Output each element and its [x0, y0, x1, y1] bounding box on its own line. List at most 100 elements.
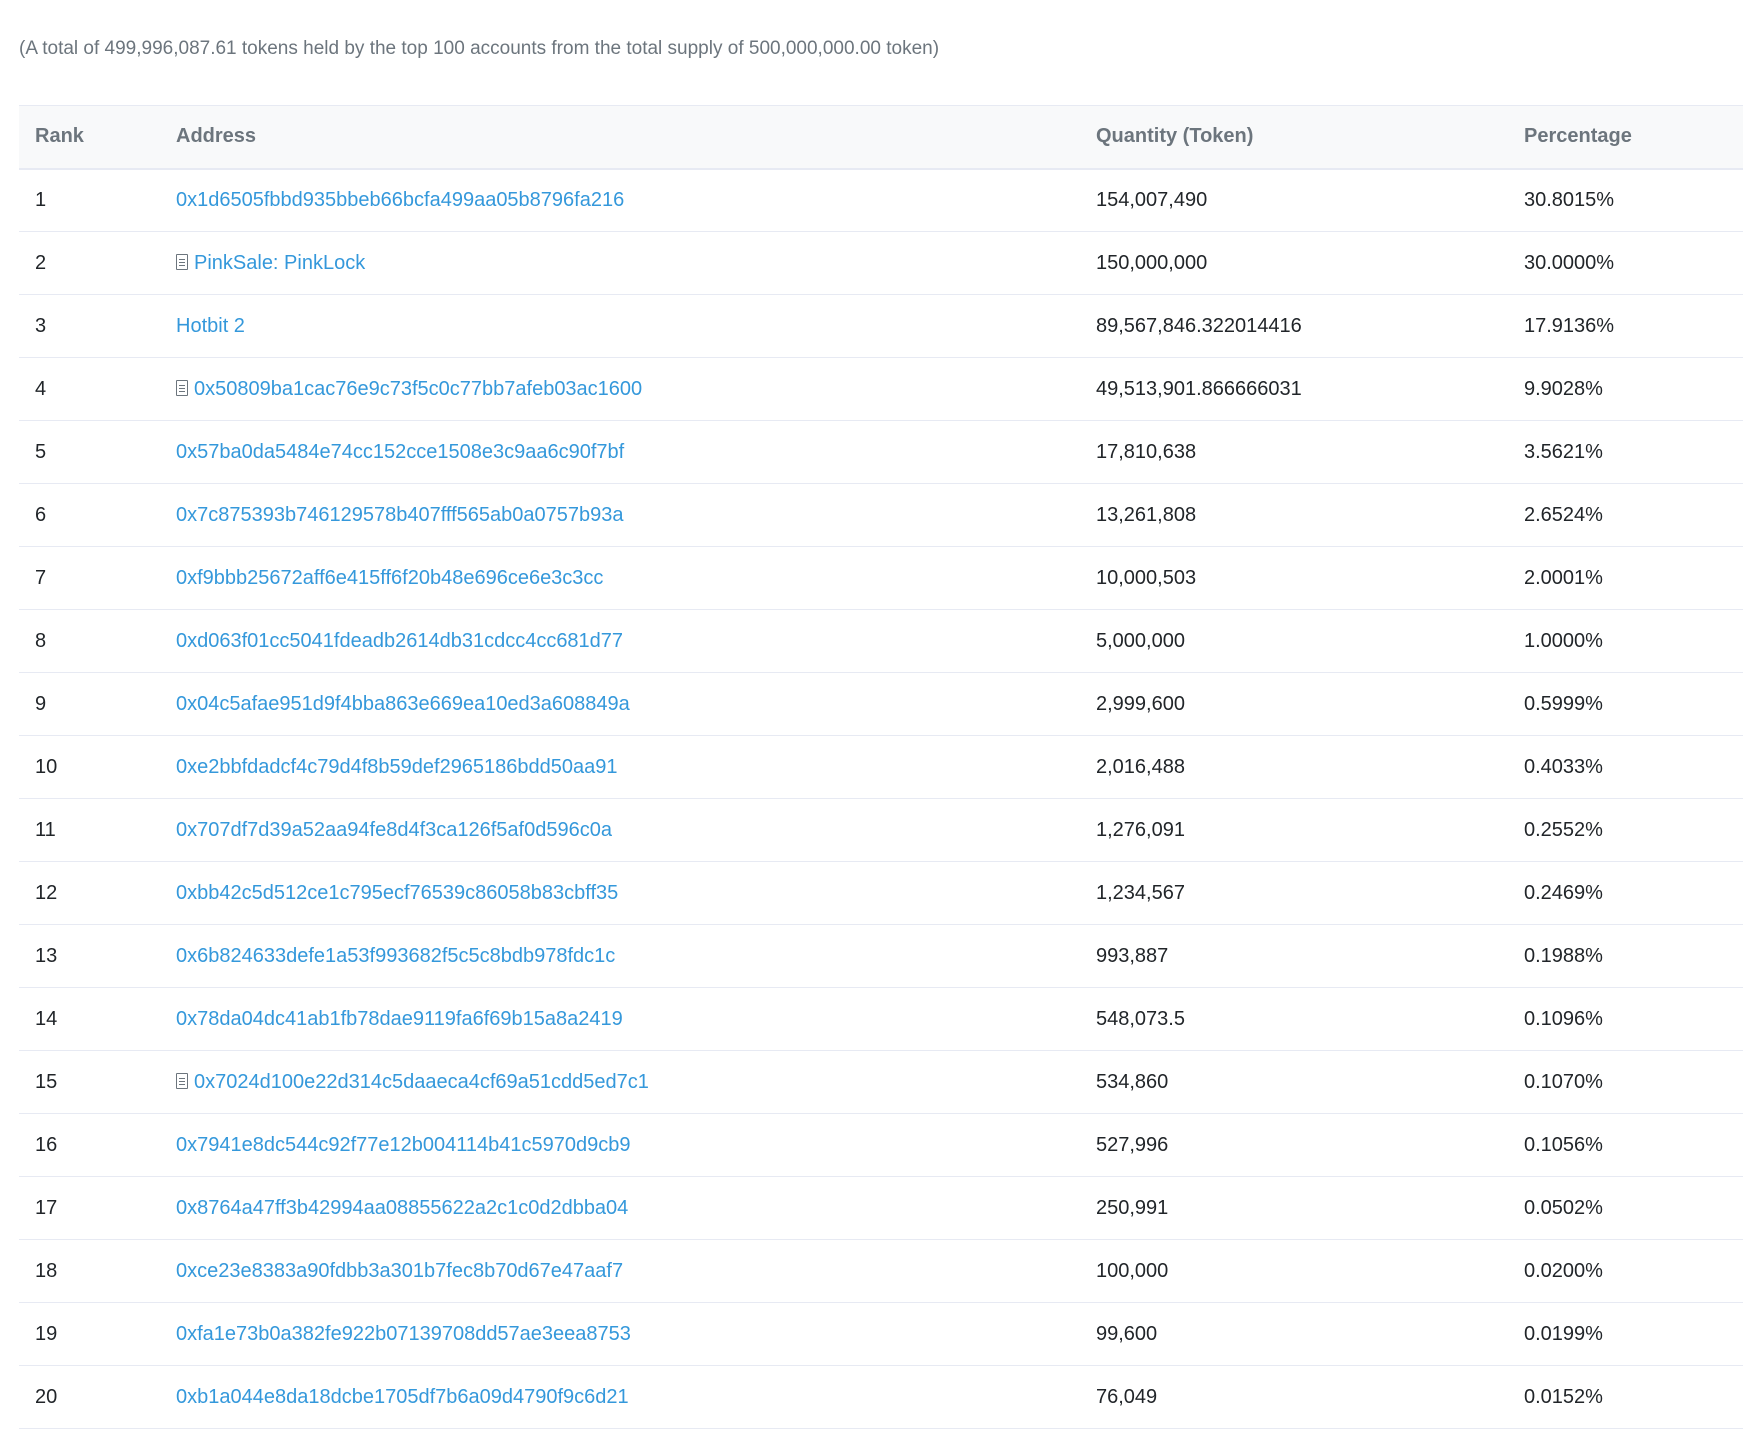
table-row: 5 0x57ba0da5484e74cc152cce1508e3c9aa6c90… — [19, 420, 1743, 484]
percentage-cell: 1.0000% — [1524, 609, 1743, 673]
address-cell: 0x1d6505fbbd935bbeb66bcfa499aa05b8796fa2… — [176, 168, 1096, 232]
percentage-cell: 0.4033% — [1524, 735, 1743, 799]
address-cell: 0xfa1e73b0a382fe922b07139708dd57ae3eea87… — [176, 1302, 1096, 1366]
address-cell: 0x7024d100e22d314c5daaeca4cf69a51cdd5ed7… — [176, 1050, 1096, 1114]
contract-document-icon — [176, 1072, 188, 1089]
rank-cell: 12 — [19, 861, 176, 925]
table-row: 7 0xf9bbb25672aff6e415ff6f20b48e696ce6e3… — [19, 546, 1743, 610]
address-link[interactable]: 0x707df7d39a52aa94fe8d4f3ca126f5af0d596c… — [176, 819, 612, 841]
address-link[interactable]: 0xbb42c5d512ce1c795ecf76539c86058b83cbff… — [176, 882, 618, 904]
quantity-cell: 1,234,567 — [1096, 861, 1524, 925]
quantity-cell: 2,999,600 — [1096, 672, 1524, 736]
percentage-cell: 0.1056% — [1524, 1113, 1743, 1177]
table-row: 14 0x78da04dc41ab1fb78dae9119fa6f69b15a8… — [19, 987, 1743, 1051]
address-link[interactable]: 0x1d6505fbbd935bbeb66bcfa499aa05b8796fa2… — [176, 189, 624, 211]
header-rank: Rank — [19, 105, 176, 170]
rank-cell: 4 — [19, 357, 176, 421]
quantity-cell: 993,887 — [1096, 924, 1524, 988]
address-cell: Hotbit 2 — [176, 294, 1096, 358]
rank-cell: 10 — [19, 735, 176, 799]
quantity-cell: 154,007,490 — [1096, 168, 1524, 232]
address-link[interactable]: 0x8764a47ff3b42994aa08855622a2c1c0d2dbba… — [176, 1197, 628, 1219]
table-row: 11 0x707df7d39a52aa94fe8d4f3ca126f5af0d5… — [19, 798, 1743, 862]
table-row: 19 0xfa1e73b0a382fe922b07139708dd57ae3ee… — [19, 1302, 1743, 1366]
rank-cell: 2 — [19, 231, 176, 295]
table-row: 1 0x1d6505fbbd935bbeb66bcfa499aa05b8796f… — [19, 168, 1743, 232]
table-row: 15 0x7024d100e22d314c5daaeca4cf69a51cdd5… — [19, 1050, 1743, 1114]
address-cell: 0xf9bbb25672aff6e415ff6f20b48e696ce6e3c3… — [176, 546, 1096, 610]
percentage-cell: 2.6524% — [1524, 483, 1743, 547]
rank-cell: 9 — [19, 672, 176, 736]
table-row: 2 PinkSale: PinkLock 150,000,000 30.0000… — [19, 231, 1743, 295]
address-link[interactable]: 0xd063f01cc5041fdeadb2614db31cdcc4cc681d… — [176, 630, 623, 652]
address-link[interactable]: 0x7024d100e22d314c5daaeca4cf69a51cdd5ed7… — [194, 1071, 649, 1093]
address-cell: 0x7c875393b746129578b407fff565ab0a0757b9… — [176, 483, 1096, 547]
address-link[interactable]: PinkSale: PinkLock — [194, 252, 365, 274]
rank-cell: 11 — [19, 798, 176, 862]
header-percentage: Percentage — [1524, 105, 1743, 170]
quantity-cell: 534,860 — [1096, 1050, 1524, 1114]
percentage-cell: 0.0199% — [1524, 1302, 1743, 1366]
percentage-cell: 3.5621% — [1524, 420, 1743, 484]
percentage-cell: 0.0200% — [1524, 1239, 1743, 1303]
rank-cell: 3 — [19, 294, 176, 358]
quantity-cell: 1,276,091 — [1096, 798, 1524, 862]
rank-cell: 7 — [19, 546, 176, 610]
rank-cell: 5 — [19, 420, 176, 484]
address-cell: 0xbb42c5d512ce1c795ecf76539c86058b83cbff… — [176, 861, 1096, 925]
address-link[interactable]: 0x7c875393b746129578b407fff565ab0a0757b9… — [176, 504, 624, 526]
contract-document-icon — [176, 253, 188, 270]
quantity-cell: 5,000,000 — [1096, 609, 1524, 673]
header-quantity: Quantity (Token) — [1096, 105, 1524, 170]
holders-table: Rank Address Quantity (Token) Percentage… — [19, 105, 1743, 1429]
address-link[interactable]: 0x6b824633defe1a53f993682f5c5c8bdb978fdc… — [176, 945, 615, 967]
percentage-cell: 0.0152% — [1524, 1365, 1743, 1429]
quantity-cell: 100,000 — [1096, 1239, 1524, 1303]
rank-cell: 20 — [19, 1365, 176, 1429]
quantity-cell: 548,073.5 — [1096, 987, 1524, 1051]
table-row: 6 0x7c875393b746129578b407fff565ab0a0757… — [19, 483, 1743, 547]
address-link[interactable]: 0x57ba0da5484e74cc152cce1508e3c9aa6c90f7… — [176, 441, 624, 463]
percentage-cell: 0.5999% — [1524, 672, 1743, 736]
rank-cell: 16 — [19, 1113, 176, 1177]
table-row: 9 0x04c5afae951d9f4bba863e669ea10ed3a608… — [19, 672, 1743, 736]
rank-cell: 17 — [19, 1176, 176, 1240]
address-cell: 0x8764a47ff3b42994aa08855622a2c1c0d2dbba… — [176, 1176, 1096, 1240]
address-cell: 0x04c5afae951d9f4bba863e669ea10ed3a60884… — [176, 672, 1096, 736]
quantity-cell: 89,567,846.322014416 — [1096, 294, 1524, 358]
address-link[interactable]: 0xce23e8383a90fdbb3a301b7fec8b70d67e47aa… — [176, 1260, 623, 1282]
address-link[interactable]: 0x7941e8dc544c92f77e12b004114b41c5970d9c… — [176, 1134, 631, 1156]
percentage-cell: 2.0001% — [1524, 546, 1743, 610]
quantity-cell: 49,513,901.866666031 — [1096, 357, 1524, 421]
rank-cell: 13 — [19, 924, 176, 988]
table-row: 16 0x7941e8dc544c92f77e12b004114b41c5970… — [19, 1113, 1743, 1177]
rank-cell: 6 — [19, 483, 176, 547]
percentage-cell: 0.1096% — [1524, 987, 1743, 1051]
address-link[interactable]: 0xe2bbfdadcf4c79d4f8b59def2965186bdd50aa… — [176, 756, 618, 778]
rank-cell: 18 — [19, 1239, 176, 1303]
address-link[interactable]: 0x50809ba1cac76e9c73f5c0c77bb7afeb03ac16… — [194, 378, 642, 400]
address-cell: 0x707df7d39a52aa94fe8d4f3ca126f5af0d596c… — [176, 798, 1096, 862]
rank-cell: 8 — [19, 609, 176, 673]
address-cell: 0x50809ba1cac76e9c73f5c0c77bb7afeb03ac16… — [176, 357, 1096, 421]
address-link[interactable]: 0x04c5afae951d9f4bba863e669ea10ed3a60884… — [176, 693, 630, 715]
address-cell: 0xb1a044e8da18dcbe1705df7b6a09d4790f9c6d… — [176, 1365, 1096, 1429]
address-link[interactable]: 0xf9bbb25672aff6e415ff6f20b48e696ce6e3c3… — [176, 567, 603, 589]
quantity-cell: 13,261,808 — [1096, 483, 1524, 547]
quantity-cell: 2,016,488 — [1096, 735, 1524, 799]
rank-cell: 15 — [19, 1050, 176, 1114]
address-link[interactable]: 0x78da04dc41ab1fb78dae9119fa6f69b15a8a24… — [176, 1008, 623, 1030]
address-link[interactable]: 0xfa1e73b0a382fe922b07139708dd57ae3eea87… — [176, 1323, 631, 1345]
address-cell: 0x7941e8dc544c92f77e12b004114b41c5970d9c… — [176, 1113, 1096, 1177]
percentage-cell: 0.1070% — [1524, 1050, 1743, 1114]
table-row: 10 0xe2bbfdadcf4c79d4f8b59def2965186bdd5… — [19, 735, 1743, 799]
address-link[interactable]: Hotbit 2 — [176, 315, 245, 337]
rank-cell: 19 — [19, 1302, 176, 1366]
address-link[interactable]: 0xb1a044e8da18dcbe1705df7b6a09d4790f9c6d… — [176, 1386, 629, 1408]
contract-document-icon — [176, 379, 188, 396]
address-cell: 0x57ba0da5484e74cc152cce1508e3c9aa6c90f7… — [176, 420, 1096, 484]
table-row: 20 0xb1a044e8da18dcbe1705df7b6a09d4790f9… — [19, 1365, 1743, 1429]
table-row: 4 0x50809ba1cac76e9c73f5c0c77bb7afeb03ac… — [19, 357, 1743, 421]
holders-summary: (A total of 499,996,087.61 tokens held b… — [19, 38, 940, 59]
address-cell: 0xd063f01cc5041fdeadb2614db31cdcc4cc681d… — [176, 609, 1096, 673]
